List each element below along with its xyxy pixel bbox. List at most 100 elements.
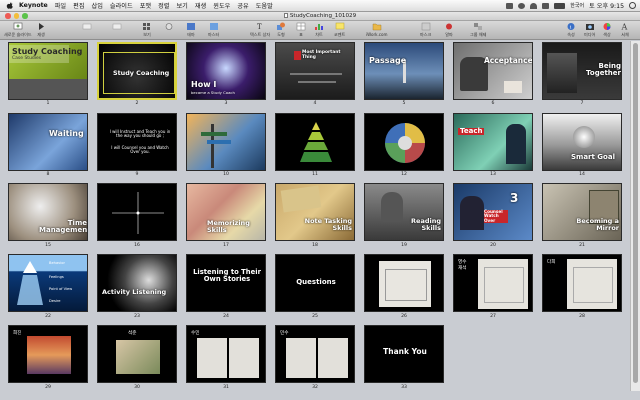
media-button[interactable]: 미디어 [584,22,595,38]
menu-insert[interactable]: 삽입 [92,1,103,10]
view-button[interactable]: 보기 [142,22,152,38]
slide-photo [27,336,71,374]
volume-icon[interactable] [542,2,550,9]
shape-button[interactable]: 도형 [276,22,286,38]
slide-thumbnail[interactable]: 다희 [542,254,622,312]
slide-thumbnail[interactable]: I will Instruct and Teach you in the way… [97,113,177,171]
spotlight-icon[interactable] [629,2,636,9]
slide-thumbnail[interactable] [364,254,444,312]
colors-button[interactable]: 색상 [602,22,612,38]
close-window-icon[interactable] [5,13,11,19]
wifi-icon[interactable] [530,2,538,9]
comment-button[interactable]: 코멘트 [334,22,345,38]
vertical-scrollbar[interactable] [630,41,640,391]
fonts-button[interactable]: A 서체 [620,22,630,38]
slide-number: 27 [490,314,496,319]
alpha-button[interactable]: 알파 [444,22,454,38]
slide-thumbnail[interactable]: Passage [364,42,444,100]
theme-button[interactable]: 테마 [186,22,196,38]
slide-thumbnail[interactable]: 3 Counsel Watch Over [453,183,533,241]
slide-thumbnail[interactable]: Behavior Feelings Point of View Desire [8,254,88,312]
table-button[interactable]: 표 [296,22,306,38]
slide-thumbnail[interactable]: Questions [275,254,355,312]
slide-worksheet [318,338,348,378]
input-source[interactable]: 한국어 [570,2,584,9]
slide-thumbnail[interactable]: 민수 [275,325,355,383]
media-icon [585,24,594,30]
slide-subtitle: Case Studies [12,56,42,61]
menu-slide[interactable]: 슬라이드 [110,1,133,10]
slide-title: Study Coaching [113,69,170,77]
master-button[interactable]: 마스터 [208,22,219,38]
slide-thumbnail[interactable]: Becoming a Mirror [542,183,622,241]
menu-play[interactable]: 재생 [195,1,206,10]
bluetooth-icon[interactable] [506,2,514,9]
slide-thumbnail[interactable] [97,183,177,241]
slide-thumbnail[interactable]: 영수 재석 [453,254,533,312]
menu-help[interactable]: 도움말 [256,1,273,10]
slide-photo [116,340,160,374]
app-menu-keynote[interactable]: Keynote [19,2,48,9]
guide-button[interactable] [164,22,174,38]
slide-thumbnail[interactable]: Memorizing Skills [186,183,266,241]
menu-view[interactable]: 보기 [176,1,187,10]
slide-thumbnail[interactable]: Thank You [364,325,444,383]
slide-thumbnail[interactable]: Most Important Thing [275,42,355,100]
slide-thumbnail-selected[interactable]: Study Coaching [97,42,177,100]
inspector-button[interactable]: i 속성 [566,22,576,38]
slide-number: 9 [135,172,139,177]
slide-thumbnail[interactable] [186,113,266,171]
slide-thumbnail[interactable]: How I became a Study Coach [186,42,266,100]
slide-thumbnail[interactable]: 석준 [97,325,177,383]
menu-window[interactable]: 윈도우 [213,1,230,10]
minimize-window-icon[interactable] [13,13,19,19]
slide-number: 4 [313,101,317,106]
slide-thumbnail[interactable] [275,113,355,171]
quadrant-diagram-icon [112,192,164,234]
menu-format[interactable]: 포맷 [140,1,151,10]
chart-button[interactable]: 차트 [314,22,324,38]
slide-thumbnail[interactable] [364,113,444,171]
slide-number: 19 [401,243,407,248]
apple-icon[interactable] [6,1,14,10]
new-slide-button[interactable]: 새로운 슬라이드 [4,22,32,38]
slide-thumbnail[interactable]: 희진 [8,325,88,383]
slide-thumbnail[interactable]: Activity Listening [97,254,177,312]
slide-worksheet-grid [385,269,427,301]
menu-share[interactable]: 공유 [237,1,248,10]
menu-arrange[interactable]: 정렬 [158,1,169,10]
menu-edit[interactable]: 편집 [73,1,84,10]
slide-title: Listening to Their Own Stories [193,268,261,284]
slide-thumbnail[interactable]: 수민 [186,325,266,383]
slide-worksheet-grid [484,267,524,303]
slide-only-icon [82,23,92,30]
slide-number: 15 [45,243,51,248]
slide-thumbnail[interactable]: Study Coaching Case Studies [8,42,88,100]
play-button[interactable]: 재생 [36,22,46,38]
slide-thumbnail[interactable]: Being Together [542,42,622,100]
menu-file[interactable]: 파일 [55,1,66,10]
mask-button[interactable]: 마스크 [420,22,431,38]
clock[interactable]: 토 오후 9:15 [589,1,624,10]
status-area: 한국어 토 오후 9:15 [506,0,636,11]
text-box-button[interactable]: T 텍스트 상자 [250,22,270,38]
slide-thumbnail[interactable]: Time Management [8,183,88,241]
slide-thumbnail[interactable]: Reading Skills [364,183,444,241]
slide-thumbnail[interactable]: Listening to Their Own Stories [186,254,266,312]
slide-thumbnail[interactable]: Smart Goal [542,113,622,171]
slide-thumbnail[interactable]: Teach [453,113,533,171]
mask-icon [421,22,430,31]
slide-number: 2 [135,101,139,106]
battery-icon[interactable] [554,2,566,9]
slide-thumbnail[interactable]: Waiting [8,113,88,171]
ungroup-button[interactable]: 그룹 해제 [470,22,486,38]
slide-thumbnail[interactable]: Acceptance [453,42,533,100]
time-machine-icon[interactable] [518,2,526,9]
window-title-bar: StudyCoaching_101029 [0,12,640,21]
zoom-window-icon[interactable] [22,13,28,19]
scrollbar-thumb[interactable] [633,43,638,383]
slide-number: 14 [579,172,585,177]
iwork-button[interactable]: iWork.com [366,22,388,38]
slide-thumbnail[interactable]: Note Tasking Skills [275,183,355,241]
slide-title: I will Instruct and Teach you in the way… [109,129,171,139]
